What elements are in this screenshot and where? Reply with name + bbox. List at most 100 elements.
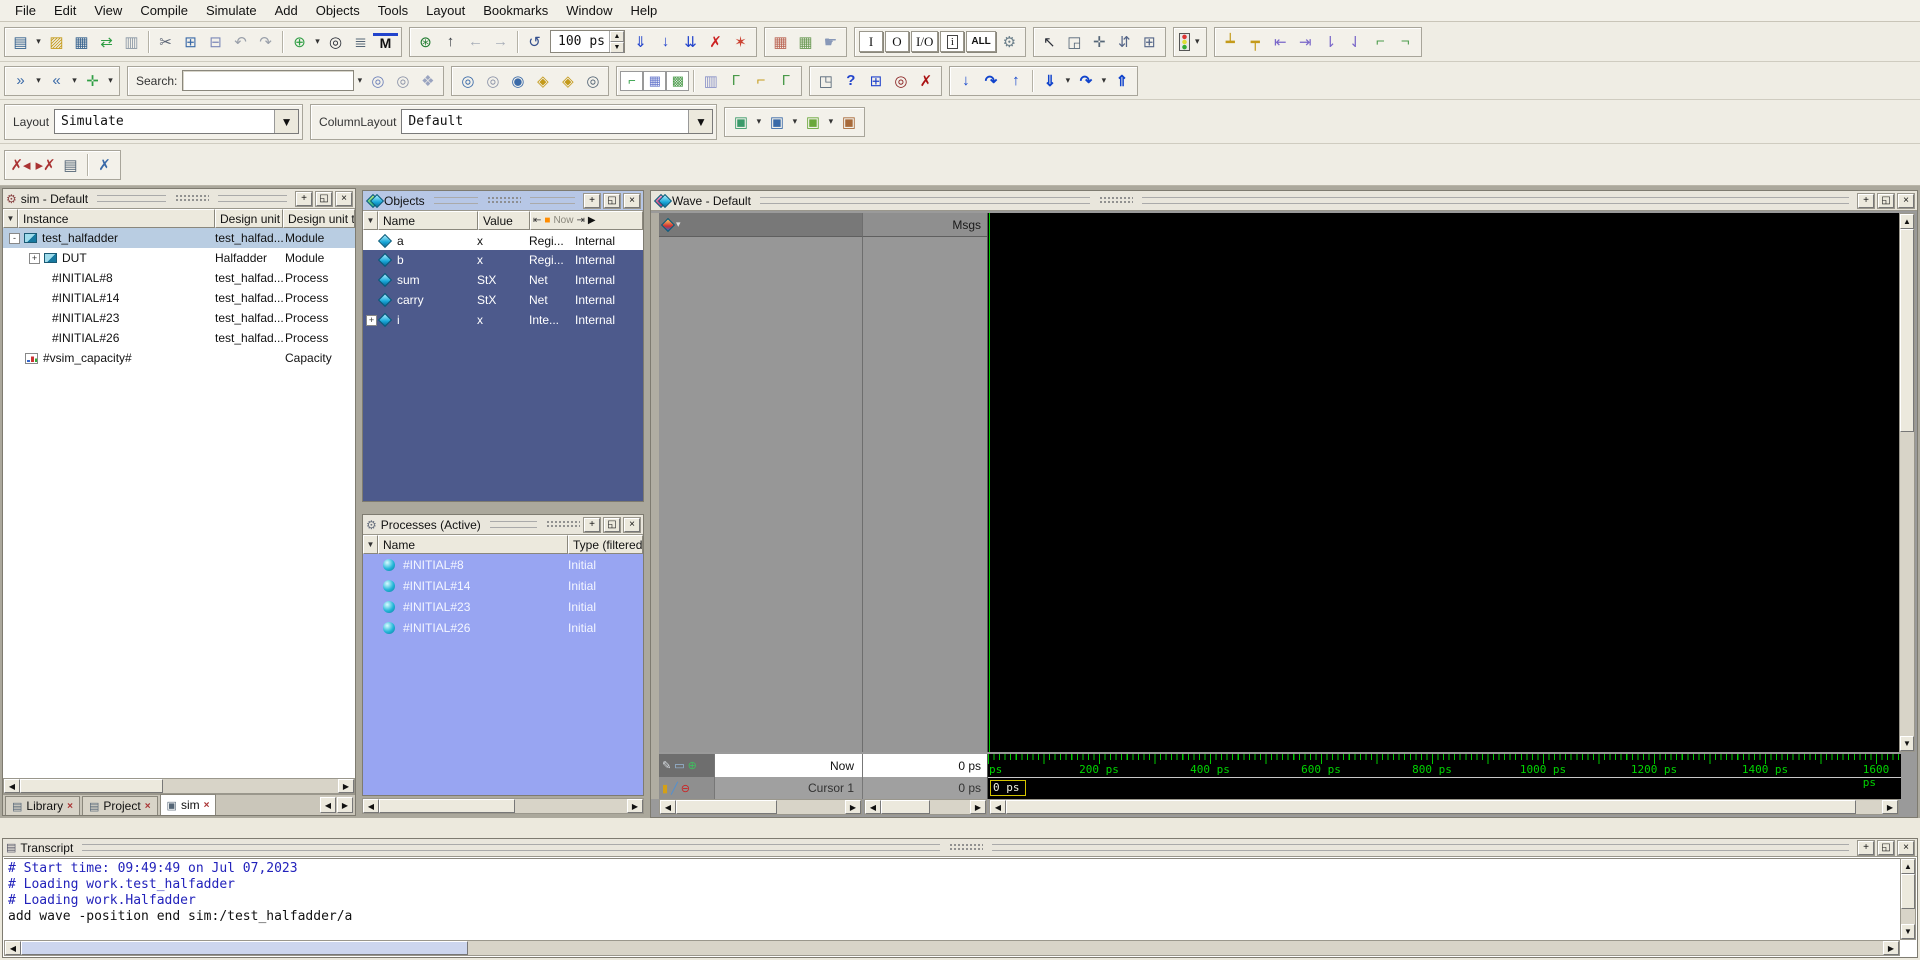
back-icon[interactable]: ← — [463, 30, 488, 54]
wave-vscroll-track[interactable] — [1900, 229, 1914, 736]
zoom-in-icon[interactable]: ◎ — [455, 69, 480, 93]
sim-add-button[interactable]: + — [296, 192, 312, 206]
new-file-dropdown[interactable]: ▾ — [33, 30, 44, 54]
prev-event-icon[interactable]: ↓ — [953, 69, 978, 93]
delta-expand-icon[interactable]: Γ — [723, 69, 748, 93]
wave-canvas-scrollbar[interactable]: ◀ ▶ — [989, 799, 1899, 815]
break-icon[interactable]: ✗ — [703, 30, 728, 54]
wave-scroll-down-icon[interactable]: ▼ — [1900, 736, 1914, 751]
lock-cursor-icon[interactable]: ┯ — [1243, 30, 1268, 54]
wave-add-button[interactable]: + — [1858, 194, 1874, 208]
expand-hierarchy-icon[interactable]: ≣ — [348, 30, 373, 54]
sort-now-icon[interactable]: ⇤ — [533, 215, 541, 226]
transcript-titlebar-grip2[interactable] — [992, 844, 1849, 851]
tree-row[interactable]: #INITIAL#14test_halfad...Process — [3, 288, 355, 308]
zoom-cursor-icon[interactable]: ◈ — [530, 69, 555, 93]
goto-wrap-edge-icon[interactable]: ↷ — [1073, 69, 1098, 93]
sim-titlebar-grip[interactable] — [97, 195, 166, 202]
wave-cursor-label[interactable]: Cursor 1 — [714, 777, 862, 799]
sim-panel-titlebar[interactable]: ⚙ sim - Default + ◱ × — [3, 189, 355, 209]
transcript-vscroll-track[interactable] — [1901, 874, 1915, 924]
wave-signal-names-column[interactable] — [659, 237, 862, 752]
wave-undock-button[interactable]: ◱ — [1878, 194, 1894, 208]
remove-cursor-icon[interactable]: ⊖ — [681, 782, 690, 795]
traffic-light-icon[interactable] — [1179, 33, 1190, 51]
wave-titlebar-grip[interactable] — [760, 197, 1090, 204]
menu-compile[interactable]: Compile — [131, 1, 197, 20]
objects-value-header[interactable]: Value — [478, 211, 530, 230]
search-down-icon[interactable]: ◎ — [365, 69, 390, 93]
tree-row[interactable]: #INITIAL#26test_halfad...Process — [3, 328, 355, 348]
collapse-all-dropdown[interactable]: ▾ — [69, 69, 80, 93]
wave-timeline[interactable]: ps 200 ps400 ps600 ps800 ps1000 ps1200 p… — [987, 754, 1901, 799]
transcript-scroll-up-icon[interactable]: ▲ — [1901, 859, 1915, 874]
transcript-horizontal-scrollbar[interactable]: ◀ ▶ — [4, 940, 1900, 956]
search-history-dropdown[interactable]: ▾ — [354, 69, 365, 93]
lock-cursor-icon[interactable]: ▮ — [662, 782, 668, 795]
window-columns-icon[interactable]: ▣ — [836, 110, 861, 134]
layout-combobox-arrow-icon[interactable]: ▼ — [274, 110, 298, 133]
expand-box-icon[interactable]: + — [366, 315, 377, 326]
window-zoom-icon[interactable]: ▣ — [728, 110, 753, 134]
tab-close-icon[interactable]: × — [67, 801, 73, 812]
transcript-scroll-right-icon[interactable]: ▶ — [1883, 941, 1899, 955]
sim-header-design-unit-t[interactable]: Design unit t — [283, 209, 355, 228]
run-length-spinner[interactable]: 100 ps▲▼ — [550, 30, 625, 53]
next-rising-icon[interactable]: ⌐ — [1368, 30, 1393, 54]
transcript-add-button[interactable]: + — [1858, 841, 1874, 855]
undo-icon[interactable]: ↶ — [228, 30, 253, 54]
run-continue-icon[interactable]: ↓ — [653, 30, 678, 54]
next-transition-icon[interactable]: ⇥ — [1293, 30, 1318, 54]
processes-panel-titlebar[interactable]: ⚙ Processes (Active) + ◱ × — [363, 515, 643, 535]
object-row[interactable]: axRegi...Internal — [363, 230, 643, 250]
run-length-down-icon[interactable]: ▼ — [610, 42, 624, 53]
event-wrap-icon[interactable]: ↷ — [978, 69, 1003, 93]
open-icon[interactable]: ▨ — [44, 30, 69, 54]
goto-context-icon[interactable]: ✛ — [80, 69, 105, 93]
transcript-close-button[interactable]: × — [1898, 841, 1914, 855]
sim-header-instance[interactable]: Instance — [18, 209, 215, 228]
next-falling-icon[interactable]: ⇂ — [1318, 30, 1343, 54]
redo-icon[interactable]: ↷ — [253, 30, 278, 54]
middle-scroll-track[interactable] — [379, 799, 627, 813]
up-level-icon[interactable]: ↑ — [438, 30, 463, 54]
wave-values-scroll-left-icon[interactable]: ◀ — [865, 800, 881, 814]
sim-scroll-right-icon[interactable]: ▶ — [338, 779, 354, 793]
wave-signal-values-column[interactable] — [862, 237, 987, 752]
goto-wrap-edge-dropdown[interactable]: ▾ — [1098, 69, 1109, 93]
wave-titlebar-grip-dots[interactable] — [1099, 196, 1133, 205]
filter-settings-icon[interactable]: ⚙ — [997, 30, 1022, 54]
layout-combobox[interactable]: Simulate ▼ — [54, 109, 299, 134]
wave-values-scroll-right-icon[interactable]: ▶ — [970, 800, 986, 814]
transcript-log[interactable]: # Start time: 09:49:49 on Jul 07,2023# L… — [4, 858, 1900, 940]
processes-close-button[interactable]: × — [624, 518, 640, 532]
add-selected-dropdown[interactable]: ▾ — [312, 30, 323, 54]
tree-row[interactable]: #INITIAL#23test_halfad...Process — [3, 308, 355, 328]
object-row[interactable]: bxRegi...Internal — [363, 250, 643, 270]
view-cursors-icon[interactable]: ▭ — [674, 759, 684, 772]
run-length-arrows[interactable]: ▲▼ — [609, 31, 624, 52]
zoom-selection-icon[interactable]: ◎ — [580, 69, 605, 93]
tree-row[interactable]: #INITIAL#8test_halfad...Process — [3, 268, 355, 288]
menu-edit[interactable]: Edit — [45, 1, 85, 20]
expand-all-dropdown[interactable]: ▾ — [33, 69, 44, 93]
disable-breakpoints-icon[interactable]: ✗ — [92, 153, 117, 177]
collapse-box-icon[interactable]: - — [9, 233, 20, 244]
processes-header-type-filtered-[interactable]: Type (filtered) — [568, 535, 643, 554]
objects-titlebar-grip[interactable] — [434, 197, 479, 204]
wave-insert-dropdown-icon[interactable]: ▾ — [676, 219, 681, 230]
transcript-titlebar-grip-dots[interactable] — [949, 843, 983, 852]
timeline-cursor-marker[interactable]: 0 ps — [990, 780, 1026, 796]
clear-right-icon[interactable]: ▸✗ — [33, 153, 58, 177]
grid-dashed-icon[interactable]: ▥ — [698, 69, 723, 93]
menu-help[interactable]: Help — [621, 1, 666, 20]
find-icon[interactable]: ◎ — [323, 30, 348, 54]
objects-add-button[interactable]: + — [584, 194, 600, 208]
print-icon[interactable]: ▥ — [119, 30, 144, 54]
columnlayout-combobox[interactable]: Default ▼ — [401, 109, 713, 134]
wave-names-scroll-left-icon[interactable]: ◀ — [660, 800, 676, 814]
goto-context-dropdown[interactable]: ▾ — [105, 69, 116, 93]
menu-layout[interactable]: Layout — [417, 1, 474, 20]
menu-view[interactable]: View — [85, 1, 131, 20]
add-selected-icon[interactable]: ⊕ — [287, 30, 312, 54]
